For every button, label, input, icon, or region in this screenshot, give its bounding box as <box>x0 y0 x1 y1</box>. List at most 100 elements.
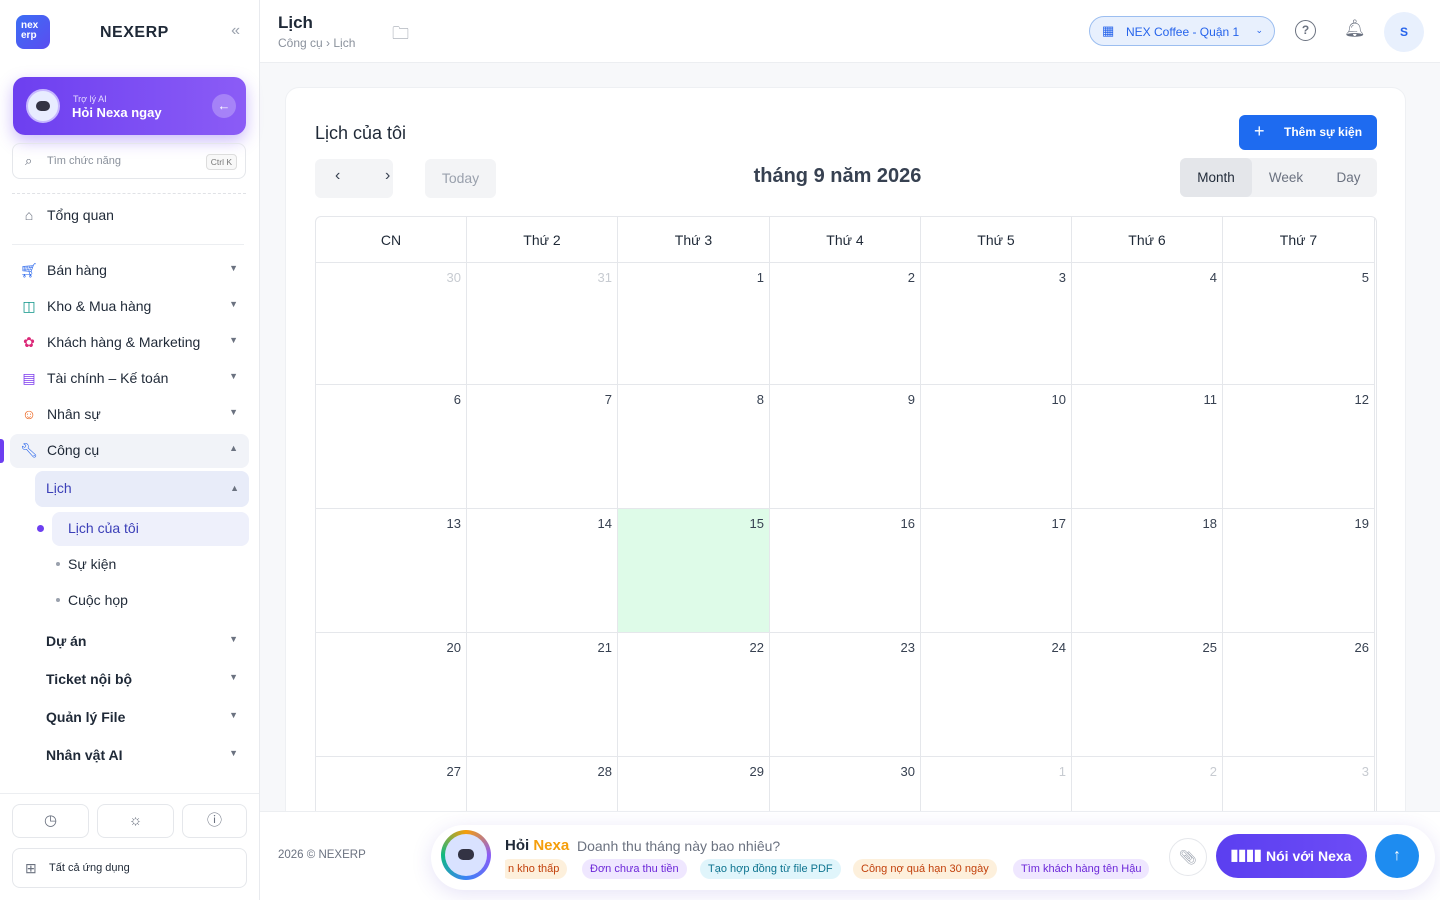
sidebar-item-label: Kho & Mua hàng <box>47 298 152 314</box>
day-cell[interactable]: 4 <box>1072 263 1223 385</box>
sidebar-item-my-calendar[interactable]: Lịch của tôi <box>52 512 249 546</box>
day-number: 21 <box>597 640 612 655</box>
day-cell[interactable]: 24 <box>921 633 1072 757</box>
ask-brand: Nexa <box>533 837 570 854</box>
history-button[interactable]: ◷ <box>12 804 89 838</box>
sidebar-item-projects[interactable]: Dự án ▼ <box>35 625 248 657</box>
suggestion-chip[interactable]: Tạo hợp đồng từ file PDF <box>700 859 841 879</box>
day-number: 8 <box>756 392 764 407</box>
sidebar-item-files[interactable]: Quản lý File ▼ <box>35 701 248 733</box>
add-event-label: Thêm sự kiện <box>1284 125 1363 139</box>
nexerp-logo[interactable]: nex erp <box>16 15 50 49</box>
sidebar-item-events[interactable]: Sự kiện <box>68 556 116 572</box>
day-cell[interactable]: 9 <box>770 385 921 509</box>
people-icon: ✿ <box>23 334 35 350</box>
search-shortcut: Ctrl K <box>205 154 237 170</box>
branch-selector[interactable]: ▦ NEX Coffee - Quận 1 ⌄ <box>1089 16 1275 46</box>
theme-button[interactable]: ☼ <box>97 804 174 838</box>
ask-nexa-card[interactable]: Trợ lý AI Hỏi Nexa ngay ← <box>13 77 246 135</box>
all-apps-button[interactable]: ⊞ Tất cả ứng dụng <box>12 848 247 888</box>
day-cell[interactable]: 16 <box>770 509 921 633</box>
day-number: 4 <box>1209 270 1217 285</box>
ask-input[interactable]: Doanh thu tháng này bao nhiêu? <box>577 838 780 854</box>
day-cell[interactable]: 2 <box>770 263 921 385</box>
grid-icon: ⊞ <box>25 860 37 876</box>
clock-icon: ◷ <box>43 812 58 829</box>
day-cell[interactable]: 30 <box>316 263 467 385</box>
sidebar-item-overview[interactable]: ⌂ Tổng quan <box>12 199 248 231</box>
arrow-left-icon[interactable]: ← <box>212 94 236 118</box>
folder-icon[interactable]: 🗀︎ <box>392 21 409 50</box>
day-cell[interactable]: 21 <box>467 633 618 757</box>
view-week-button[interactable]: Week <box>1252 158 1320 197</box>
day-cell[interactable]: 12 <box>1223 385 1375 509</box>
day-number: 5 <box>1361 270 1369 285</box>
day-cell[interactable]: 3 <box>921 263 1072 385</box>
calendar-title: Lịch của tôi <box>315 123 407 143</box>
sidebar-item-hr[interactable]: ☺ Nhân sự ▼ <box>12 398 248 430</box>
day-cell[interactable]: 13 <box>316 509 467 633</box>
suggestion-chip[interactable]: Tìm khách hàng tên Hậu <box>1013 859 1150 879</box>
day-cell[interactable]: 19 <box>1223 509 1375 633</box>
day-cell[interactable]: 18 <box>1072 509 1223 633</box>
sidebar-item-meetings[interactable]: Cuộc họp <box>68 592 128 608</box>
sidebar-item-ai-characters[interactable]: Nhân vật AI ▼ <box>35 739 248 771</box>
bullet <box>56 598 60 602</box>
sidebar-item-tickets[interactable]: Ticket nội bộ ▼ <box>35 663 248 695</box>
arrow-up-icon: ↑ <box>1393 847 1401 864</box>
day-cell[interactable]: 22 <box>618 633 770 757</box>
sidebar-item-calendar[interactable]: Lịch ▲ <box>35 471 249 507</box>
attach-icon[interactable]: 📎︎ <box>1169 838 1207 876</box>
active-dot <box>37 525 44 532</box>
day-cell[interactable]: 8 <box>618 385 770 509</box>
suggestion-chip[interactable]: Công nợ quá hạn 30 ngày <box>853 859 997 879</box>
day-cell[interactable]: 17 <box>921 509 1072 633</box>
view-month-button[interactable]: Month <box>1180 158 1252 197</box>
day-cell[interactable]: 7 <box>467 385 618 509</box>
day-cell[interactable]: 6 <box>316 385 467 509</box>
day-cell[interactable]: 31 <box>467 263 618 385</box>
day-number: 27 <box>446 764 461 779</box>
store-icon: ▦ <box>1102 23 1115 38</box>
suggestion-chip[interactable]: Đơn chưa thu tiền <box>582 859 687 879</box>
day-number: 26 <box>1354 640 1369 655</box>
nexa-avatar-icon[interactable] <box>441 830 491 880</box>
day-cell[interactable]: 25 <box>1072 633 1223 757</box>
weekday-header: CN <box>316 217 467 263</box>
avatar[interactable]: S <box>1384 12 1424 52</box>
day-cell-today[interactable]: 15 <box>618 509 770 633</box>
sidebar-item-sales[interactable]: 🛒︎ Bán hàng ▼ <box>12 254 248 286</box>
collapse-sidebar-icon[interactable]: « <box>231 22 240 40</box>
send-button[interactable]: ↑ <box>1375 834 1419 878</box>
search-input[interactable]: ⌕ Tìm chức năng Ctrl K <box>12 143 246 179</box>
day-number: 17 <box>1051 516 1066 531</box>
bell-icon[interactable]: 🔔︎ <box>1344 19 1366 39</box>
sidebar-item-finance[interactable]: ▤ Tài chính – Kế toán ▼ <box>12 362 248 394</box>
view-switcher: Month Week Day <box>1180 158 1377 197</box>
day-cell[interactable]: 10 <box>921 385 1072 509</box>
day-cell[interactable]: 1 <box>618 263 770 385</box>
day-number: 28 <box>597 764 612 779</box>
talk-to-nexa-button[interactable]: ▮▮▮▮ Nói với Nexa <box>1216 834 1367 878</box>
day-cell[interactable]: 11 <box>1072 385 1223 509</box>
day-cell[interactable]: 26 <box>1223 633 1375 757</box>
day-number: 30 <box>900 764 915 779</box>
sidebar-item-customers[interactable]: ✿ Khách hàng & Marketing ▼ <box>12 326 248 358</box>
day-cell[interactable]: 20 <box>316 633 467 757</box>
ai-card-subtitle: Trợ lý AI <box>73 94 107 104</box>
day-number: 25 <box>1202 640 1217 655</box>
alert-button[interactable]: ⓘ <box>182 804 247 838</box>
help-icon[interactable]: ? <box>1295 20 1316 41</box>
suggestion-chip[interactable]: n kho thấp <box>505 859 568 879</box>
day-cell[interactable]: 23 <box>770 633 921 757</box>
view-day-button[interactable]: Day <box>1320 158 1377 197</box>
day-cell[interactable]: 14 <box>467 509 618 633</box>
day-number: 23 <box>900 640 915 655</box>
add-event-button[interactable]: + Thêm sự kiện <box>1239 115 1377 150</box>
breadcrumb[interactable]: Công cụ › Lịch <box>278 36 355 50</box>
sidebar-item-inventory[interactable]: ◫ Kho & Mua hàng ▼ <box>12 290 248 322</box>
chevron-down-icon: ⌄ <box>1255 25 1263 35</box>
day-cell[interactable]: 5 <box>1223 263 1375 385</box>
sidebar-item-tools[interactable]: 🔧︎ Công cụ ▲ <box>12 434 248 466</box>
day-number: 11 <box>1203 392 1218 407</box>
